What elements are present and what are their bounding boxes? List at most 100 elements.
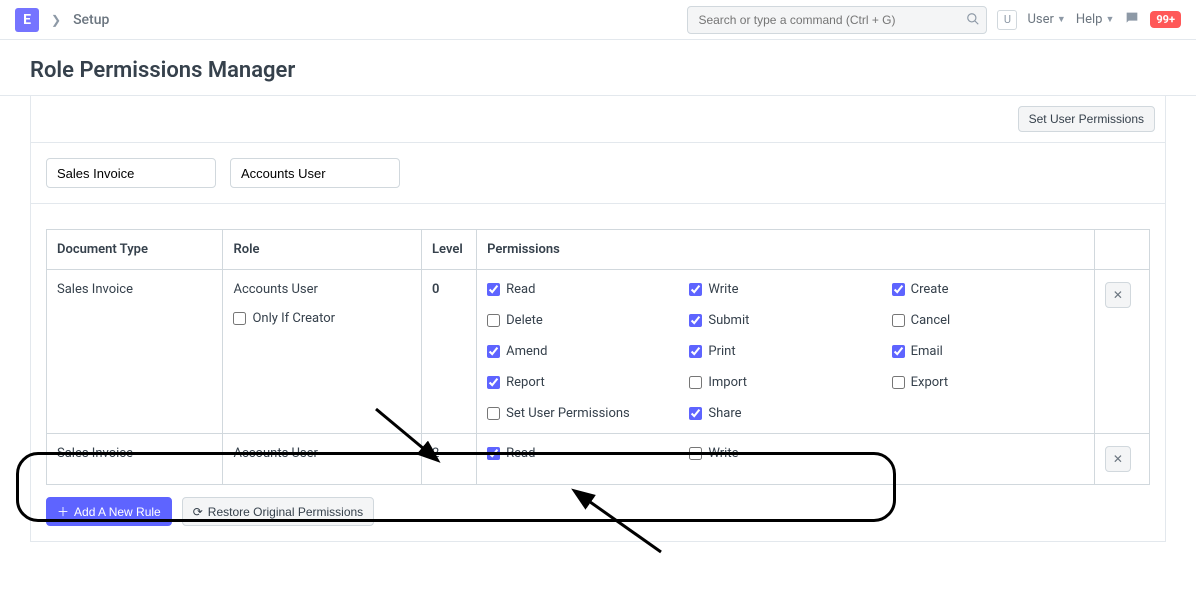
button-row: ＋ Add A New Rule ⟳ Restore Original Perm… [46, 497, 1150, 526]
perm-label: Share [708, 406, 741, 421]
perm-label: Write [708, 282, 738, 297]
caret-down-icon: ▼ [1105, 14, 1114, 25]
perm-input[interactable] [487, 283, 500, 296]
perm-checkbox-submit[interactable]: Submit [689, 313, 881, 328]
perm-input[interactable] [487, 447, 500, 460]
perm-label: Amend [506, 344, 547, 359]
cell-doctype: Sales Invoice [47, 434, 223, 485]
perm-input[interactable] [689, 407, 702, 420]
help-menu[interactable]: Help▼ [1076, 12, 1115, 27]
cell-level: 0 [422, 270, 477, 434]
page-title: Role Permissions Manager [30, 58, 1166, 83]
perm-checkbox-set-user-permissions[interactable]: Set User Permissions [487, 406, 679, 421]
perm-checkbox-create[interactable]: Create [892, 282, 1084, 297]
table-row: Sales Invoice Accounts User Only If Crea… [47, 270, 1150, 434]
logo[interactable]: E [15, 8, 39, 32]
nav-right: U User▼ Help▼ 99+ [687, 6, 1181, 34]
cell-level: 2 [422, 434, 477, 485]
perm-label: Write [708, 446, 738, 461]
perm-label: Email [911, 344, 943, 359]
perm-checkbox-export[interactable]: Export [892, 375, 1084, 390]
help-menu-label: Help [1076, 12, 1103, 27]
only-if-creator-input[interactable] [233, 312, 246, 325]
delete-row-button[interactable]: ✕ [1105, 282, 1131, 308]
table-wrap: Document Type Role Level Permissions Sal… [30, 204, 1166, 542]
perm-input[interactable] [892, 345, 905, 358]
chevron-right-icon: ❯ [51, 13, 61, 27]
perm-checkbox-cancel[interactable]: Cancel [892, 313, 1084, 328]
perm-input[interactable] [689, 447, 702, 460]
search-input[interactable] [687, 6, 987, 34]
perm-label: Export [911, 375, 949, 390]
perm-checkbox-read[interactable]: Read [487, 282, 679, 297]
notification-badge[interactable]: 99+ [1150, 11, 1181, 28]
perm-checkbox-read[interactable]: Read [487, 446, 679, 461]
page-head: Role Permissions Manager [0, 40, 1196, 96]
doctype-filter-input[interactable] [46, 158, 216, 188]
add-new-rule-button[interactable]: ＋ Add A New Rule [46, 497, 172, 526]
toolbar: Set User Permissions [30, 96, 1166, 143]
cell-role: Accounts User Only If Creator [223, 270, 422, 434]
delete-row-button[interactable]: ✕ [1105, 446, 1131, 472]
perm-input[interactable] [487, 376, 500, 389]
table-row: Sales Invoice Accounts User 2 ReadWrite … [47, 434, 1150, 485]
perm-label: Read [506, 282, 535, 297]
role-filter-input[interactable] [230, 158, 400, 188]
perm-input[interactable] [689, 376, 702, 389]
th-doctype: Document Type [47, 230, 223, 270]
perm-checkbox-amend[interactable]: Amend [487, 344, 679, 359]
th-permissions: Permissions [477, 230, 1095, 270]
perm-label: Create [911, 282, 949, 297]
perm-checkbox-print[interactable]: Print [689, 344, 881, 359]
cell-permissions: Read Write Create Delete Submit Cancel Amend Pr… [477, 270, 1095, 434]
user-menu-label: User [1027, 12, 1053, 27]
restore-permissions-label: Restore Original Permissions [208, 505, 363, 519]
avatar[interactable]: U [997, 10, 1017, 30]
perm-label: Read [506, 446, 535, 461]
filter-row [30, 143, 1166, 204]
th-role: Role [223, 230, 422, 270]
set-user-permissions-button[interactable]: Set User Permissions [1018, 106, 1155, 132]
perm-input[interactable] [487, 314, 500, 327]
perm-checkbox-write[interactable]: Write [689, 282, 881, 297]
search-wrap [687, 6, 987, 34]
perm-label: Print [708, 344, 735, 359]
cell-delete: ✕ [1094, 270, 1149, 434]
only-if-creator-checkbox[interactable]: Only If Creator [233, 311, 411, 326]
perm-input[interactable] [892, 314, 905, 327]
perm-checkbox-delete[interactable]: Delete [487, 313, 679, 328]
perm-label: Submit [708, 313, 749, 328]
chat-icon[interactable] [1124, 10, 1140, 30]
role-text: Accounts User [233, 282, 411, 297]
refresh-icon: ⟳ [193, 505, 203, 519]
perm-checkbox-write[interactable]: Write [689, 446, 881, 461]
perm-checkbox-share[interactable]: Share [689, 406, 881, 421]
search-icon[interactable] [966, 12, 980, 30]
perm-input[interactable] [892, 283, 905, 296]
perm-input[interactable] [689, 283, 702, 296]
perm-label: Set User Permissions [506, 406, 630, 421]
perm-input[interactable] [689, 345, 702, 358]
user-menu[interactable]: User ▼ [1027, 12, 1065, 27]
cell-delete: ✕ [1094, 434, 1149, 485]
perm-label: Cancel [911, 313, 951, 328]
perm-label: Import [708, 375, 747, 390]
only-if-creator-label: Only If Creator [252, 311, 335, 326]
restore-permissions-button[interactable]: ⟳ Restore Original Permissions [182, 497, 374, 526]
th-level: Level [422, 230, 477, 270]
perm-checkbox-import[interactable]: Import [689, 375, 881, 390]
nav-left: E ❯ Setup [15, 8, 109, 32]
cell-permissions: Read Write [477, 434, 1095, 485]
breadcrumb[interactable]: Setup [73, 12, 109, 28]
perm-label: Report [506, 375, 545, 390]
perm-checkbox-report[interactable]: Report [487, 375, 679, 390]
perm-input[interactable] [892, 376, 905, 389]
perm-input[interactable] [689, 314, 702, 327]
caret-down-icon: ▼ [1057, 14, 1066, 25]
perm-checkbox-email[interactable]: Email [892, 344, 1084, 359]
plus-icon: ＋ [57, 503, 69, 520]
perm-label: Delete [506, 313, 543, 328]
perm-input[interactable] [487, 407, 500, 420]
perm-input[interactable] [487, 345, 500, 358]
navbar: E ❯ Setup U User▼ Help▼ 99+ [0, 0, 1196, 40]
